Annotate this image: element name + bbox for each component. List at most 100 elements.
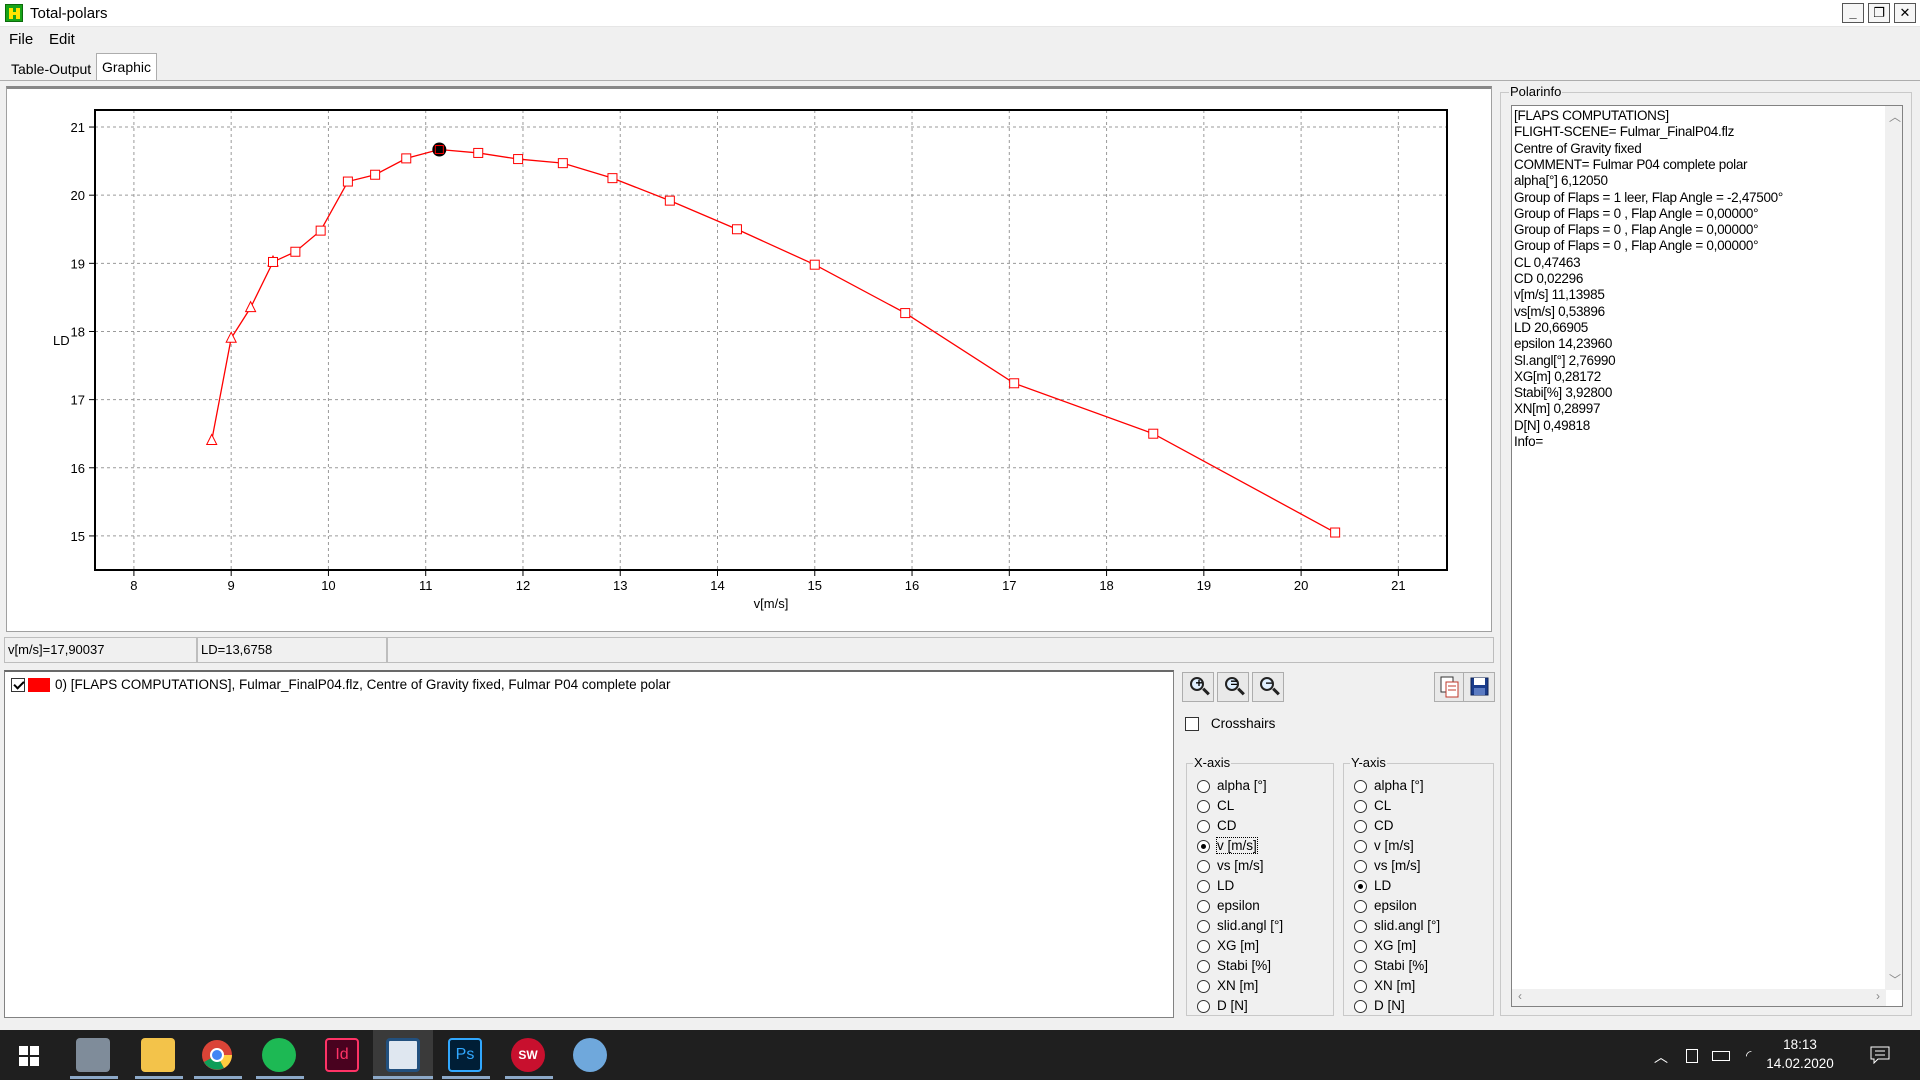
wifi-icon[interactable]: ◜: [1746, 1047, 1751, 1064]
x-axis-option-label: XG [m]: [1217, 938, 1260, 953]
y-axis-radio[interactable]: [1354, 979, 1367, 993]
y-axis-radio[interactable]: [1354, 839, 1367, 853]
crosshairs-toggle[interactable]: Crosshairs: [1185, 715, 1275, 732]
y-axis-option[interactable]: epsilon: [1354, 898, 1417, 913]
minimize-button[interactable]: _: [1842, 3, 1864, 23]
polarinfo-line: CL 0,47463: [1514, 254, 1581, 270]
title-bar: Total-polars _ ❐ ✕: [0, 0, 1920, 27]
spotify-icon[interactable]: [262, 1038, 296, 1072]
chrome-icon[interactable]: [200, 1038, 234, 1072]
x-axis-option[interactable]: LD: [1197, 878, 1234, 893]
polar-chart[interactable]: 8 9 10 11 12 13 14 15 16 17 18 19 20 21 15 16 17 18 19 20 21…: [7, 89, 1493, 635]
crosshairs-checkbox[interactable]: [1185, 717, 1199, 732]
polarinfo-line: FLIGHT-SCENE= Fulmar_FinalP04.flz: [1514, 124, 1735, 140]
x-axis-option[interactable]: Stabi [%]: [1197, 958, 1271, 973]
y-axis-option[interactable]: alpha [°]: [1354, 778, 1424, 793]
total-polars-app-icon[interactable]: [386, 1038, 420, 1072]
y-axis-option-label: epsilon: [1374, 898, 1417, 913]
x-axis-radio[interactable]: [1197, 999, 1210, 1013]
polarinfo-group: Polarinfo [FLAPS COMPUTATIONS] FLIGHT-SCE…: [1500, 84, 1912, 1016]
y-axis-option[interactable]: XN [m]: [1354, 978, 1415, 993]
selected-point-marker: [432, 142, 447, 157]
data-point-triangle: [205, 433, 218, 446]
x-axis-radio[interactable]: [1197, 879, 1210, 893]
x-axis-radio[interactable]: [1197, 779, 1210, 793]
polarinfo-vertical-scrollbar[interactable]: ︿ ﹀: [1885, 106, 1902, 990]
x-axis-option[interactable]: epsilon: [1197, 898, 1260, 913]
x-axis-radio[interactable]: [1197, 799, 1210, 813]
y-tick-label: 17: [71, 393, 85, 408]
battery-icon[interactable]: [1712, 1051, 1730, 1061]
windows-start-icon[interactable]: [19, 1046, 39, 1066]
x-axis-option-label: Stabi [%]: [1217, 958, 1272, 973]
y-axis-option[interactable]: CD: [1354, 818, 1394, 833]
tablet-icon[interactable]: [1686, 1049, 1698, 1063]
show-hidden-icons-icon[interactable]: ︿: [1654, 1047, 1668, 1067]
x-axis-radio[interactable]: [1197, 939, 1210, 953]
copy-button[interactable]: [1434, 672, 1466, 702]
chart-panel[interactable]: 8 9 10 11 12 13 14 15 16 17 18 19 20 21 15 16 17 18 19 20 21…: [6, 86, 1492, 632]
menu-file[interactable]: File: [9, 31, 33, 48]
folder-icon[interactable]: [141, 1038, 175, 1072]
y-axis-option[interactable]: XG [m]: [1354, 938, 1416, 953]
y-axis-radio[interactable]: [1354, 799, 1367, 813]
y-axis-radio[interactable]: [1354, 959, 1367, 973]
y-axis-radio[interactable]: [1354, 819, 1367, 833]
x-axis-option[interactable]: XG [m]: [1197, 938, 1259, 953]
x-tick-label: 11: [419, 578, 433, 593]
x-axis-option[interactable]: v [m/s]: [1197, 837, 1258, 854]
y-axis-option[interactable]: v [m/s]: [1354, 838, 1414, 853]
y-axis-option[interactable]: slid.angl [°]: [1354, 918, 1440, 933]
x-axis-radio[interactable]: [1197, 839, 1210, 853]
x-axis-option[interactable]: XN [m]: [1197, 978, 1258, 993]
y-axis-radio[interactable]: [1354, 919, 1367, 933]
y-axis-radio[interactable]: [1354, 939, 1367, 953]
y-axis-radio[interactable]: [1354, 899, 1367, 913]
x-axis-radio[interactable]: [1197, 899, 1210, 913]
tab-graphic[interactable]: Graphic: [96, 53, 158, 81]
x-axis-radio[interactable]: [1197, 959, 1210, 973]
menu-edit[interactable]: Edit: [49, 31, 75, 48]
file-manager-icon[interactable]: [76, 1038, 110, 1072]
x-axis-radio[interactable]: [1197, 979, 1210, 993]
x-axis-option[interactable]: vs [m/s]: [1197, 858, 1264, 873]
zoom-reset-button[interactable]: =: [1217, 672, 1249, 702]
notification-icon[interactable]: [1870, 1046, 1890, 1064]
polar-color-swatch[interactable]: [28, 678, 50, 693]
polarinfo-line: Group of Flaps = 0 , Flap Angle = 0,0000…: [1514, 222, 1759, 238]
polar-list[interactable]: 0) [FLAPS COMPUTATIONS], Fulmar_FinalP04…: [4, 670, 1174, 1018]
y-axis-radio[interactable]: [1354, 879, 1367, 893]
polarinfo-textbox[interactable]: [FLAPS COMPUTATIONS] FLIGHT-SCENE= Fulmar…: [1511, 105, 1903, 1007]
paint-icon[interactable]: [573, 1038, 607, 1072]
x-axis-radio[interactable]: [1197, 919, 1210, 933]
x-axis-option[interactable]: CL: [1197, 798, 1234, 813]
y-axis-option[interactable]: vs [m/s]: [1354, 858, 1421, 873]
x-axis-option[interactable]: alpha [°]: [1197, 778, 1267, 793]
x-axis-option[interactable]: CD: [1197, 818, 1237, 833]
y-axis-radio[interactable]: [1354, 999, 1367, 1013]
zoom-in-button[interactable]: +: [1182, 672, 1214, 702]
y-axis-option[interactable]: D [N]: [1354, 998, 1405, 1013]
polar-visible-checkbox[interactable]: [11, 678, 25, 693]
indesign-icon[interactable]: Id: [325, 1038, 359, 1072]
x-axis-option[interactable]: D [N]: [1197, 998, 1248, 1013]
zoom-out-button[interactable]: −: [1252, 672, 1284, 702]
save-button[interactable]: [1463, 672, 1495, 702]
y-axis-option[interactable]: LD: [1354, 878, 1391, 893]
restore-button[interactable]: ❐: [1868, 3, 1890, 23]
y-axis-option-label: Stabi [%]: [1374, 958, 1429, 973]
list-item[interactable]: 0) [FLAPS COMPUTATIONS], Fulmar_FinalP04…: [11, 677, 670, 695]
tab-table-output[interactable]: Table-Output: [5, 55, 97, 81]
x-axis-radio[interactable]: [1197, 859, 1210, 873]
solidworks-icon[interactable]: SW: [511, 1038, 545, 1072]
y-axis-option[interactable]: CL: [1354, 798, 1391, 813]
clock[interactable]: 18:13 14.02.2020: [1755, 1037, 1845, 1071]
close-button[interactable]: ✕: [1894, 3, 1916, 23]
y-axis-radio[interactable]: [1354, 779, 1367, 793]
y-axis-option[interactable]: Stabi [%]: [1354, 958, 1428, 973]
y-axis-radio[interactable]: [1354, 859, 1367, 873]
x-axis-radio[interactable]: [1197, 819, 1210, 833]
polarinfo-horizontal-scrollbar[interactable]: ‹ ›: [1512, 989, 1886, 1006]
x-axis-option[interactable]: slid.angl [°]: [1197, 918, 1283, 933]
photoshop-icon[interactable]: Ps: [448, 1038, 482, 1072]
